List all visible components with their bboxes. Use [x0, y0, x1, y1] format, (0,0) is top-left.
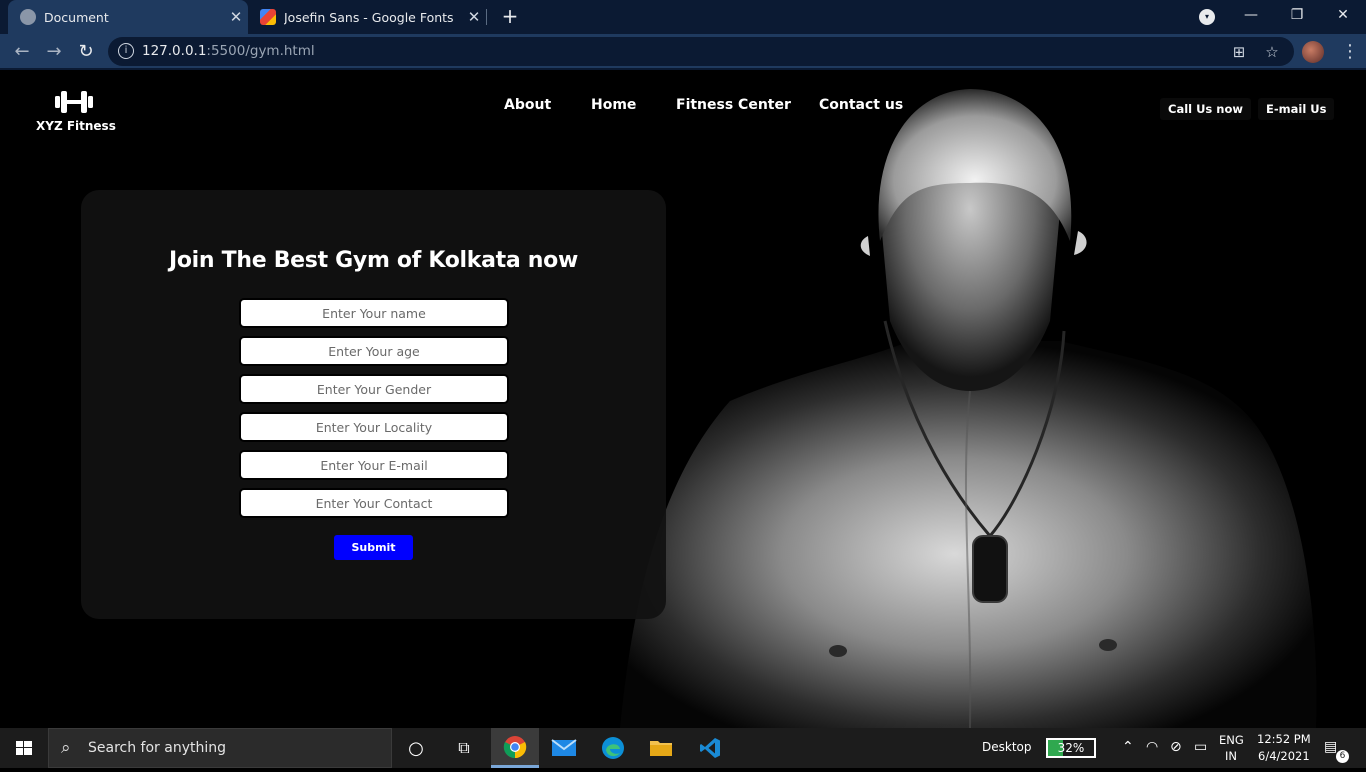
file-explorer-icon[interactable] — [637, 728, 685, 768]
windows-logo-icon — [16, 741, 32, 755]
name-field[interactable] — [239, 298, 509, 328]
url-text[interactable]: 127.0.0.1:5500/gym.html — [142, 43, 315, 59]
hero-athlete-image — [620, 89, 1317, 728]
battery-tray-icon[interactable]: ▭ — [1194, 739, 1207, 755]
contact-field[interactable] — [239, 488, 509, 518]
close-tab-icon[interactable]: ✕ — [224, 8, 248, 26]
submit-button[interactable]: Submit — [334, 535, 413, 560]
brand-name: XYZ Fitness — [36, 119, 116, 133]
reload-button[interactable]: ↻ — [74, 40, 98, 64]
back-button[interactable]: ← — [10, 40, 34, 64]
chrome-icon[interactable] — [491, 728, 539, 768]
clock-time[interactable]: 12:52 PM — [1257, 732, 1311, 746]
gym-page: XYZ Fitness About Home Fitness Center Co… — [0, 71, 1366, 728]
clock-date[interactable]: 6/4/2021 — [1258, 749, 1310, 763]
forward-button[interactable]: → — [42, 40, 66, 64]
battery-indicator[interactable]: 32% — [1046, 738, 1096, 758]
browser-menu-icon[interactable]: ⋮ — [1340, 40, 1360, 64]
site-info-icon[interactable]: i — [118, 43, 134, 59]
desktop-label[interactable]: Desktop — [982, 740, 1032, 754]
minimize-button[interactable]: — — [1228, 0, 1274, 34]
tab-title: Josefin Sans - Google Fonts — [284, 9, 454, 25]
battery-percent: 32% — [1057, 741, 1085, 755]
taskbar: ⌕ Search for anything ○ ⧉ Desktop 32% ⌃ … — [0, 728, 1366, 768]
profile-avatar[interactable] — [1302, 41, 1324, 63]
vscode-icon[interactable] — [686, 728, 734, 768]
google-fonts-icon — [260, 9, 276, 25]
new-tab-button[interactable]: + — [498, 4, 522, 28]
nav-home[interactable]: Home — [591, 97, 636, 113]
gender-field[interactable] — [239, 374, 509, 404]
maximize-button[interactable]: ❐ — [1274, 0, 1320, 34]
form-title: Join The Best Gym of Kolkata now — [168, 248, 578, 273]
signup-form-card: Join The Best Gym of Kolkata now Submit — [81, 190, 666, 619]
email-us-button[interactable]: E-mail Us — [1258, 98, 1335, 120]
wifi-icon[interactable]: ◠ — [1146, 739, 1158, 755]
url-host: 127.0.0.1 — [142, 43, 207, 59]
mail-icon[interactable] — [540, 728, 588, 768]
search-icon: ⌕ — [61, 738, 71, 758]
email-field[interactable] — [239, 450, 509, 480]
omnibox[interactable]: i 127.0.0.1:5500/gym.html ⊞ ☆ — [108, 37, 1294, 66]
nav-about[interactable]: About — [504, 97, 551, 113]
tab-title: Document — [44, 9, 109, 25]
address-toolbar: ← → ↻ i 127.0.0.1:5500/gym.html ⊞ ☆ ⋮ — [0, 34, 1366, 70]
locality-field[interactable] — [239, 412, 509, 442]
globe-icon — [20, 9, 36, 25]
nav-fitness-center[interactable]: Fitness Center — [676, 97, 791, 113]
tab-search-dropdown-icon[interactable]: ▾ — [1199, 9, 1215, 25]
search-placeholder: Search for anything — [88, 740, 226, 756]
notification-count-badge: 6 — [1336, 750, 1349, 763]
region-label[interactable]: IN — [1225, 749, 1237, 763]
chevron-up-icon[interactable]: ⌃ — [1122, 739, 1134, 755]
window-close-button[interactable]: ✕ — [1320, 0, 1366, 34]
tab-separator — [486, 9, 487, 25]
age-field[interactable] — [239, 336, 509, 366]
browser-tab-strip: Document ✕ Josefin Sans - Google Fonts ✕… — [0, 0, 1366, 34]
close-tab-icon[interactable]: ✕ — [462, 8, 486, 26]
task-view-icon[interactable]: ⧉ — [440, 728, 488, 768]
bookmark-star-icon[interactable]: ☆ — [1263, 43, 1281, 61]
tab-google-fonts[interactable]: Josefin Sans - Google Fonts ✕ — [250, 0, 486, 34]
call-us-button[interactable]: Call Us now — [1160, 98, 1251, 120]
translate-icon[interactable]: ⊞ — [1230, 43, 1248, 61]
start-button[interactable] — [0, 728, 48, 768]
tab-document[interactable]: Document ✕ — [8, 0, 248, 34]
edge-icon[interactable] — [589, 728, 637, 768]
url-path: :5500/gym.html — [206, 43, 315, 59]
notifications-icon[interactable]: ▤ — [1324, 739, 1337, 755]
brand-logo[interactable]: XYZ Fitness — [36, 89, 116, 133]
taskbar-search-box[interactable]: ⌕ Search for anything — [48, 728, 392, 768]
network-icon[interactable]: ⊘ — [1170, 739, 1182, 755]
nav-contact-us[interactable]: Contact us — [819, 97, 903, 113]
language-label[interactable]: ENG — [1219, 733, 1244, 747]
cortana-icon[interactable]: ○ — [392, 728, 440, 768]
dumbbell-icon — [55, 91, 93, 113]
